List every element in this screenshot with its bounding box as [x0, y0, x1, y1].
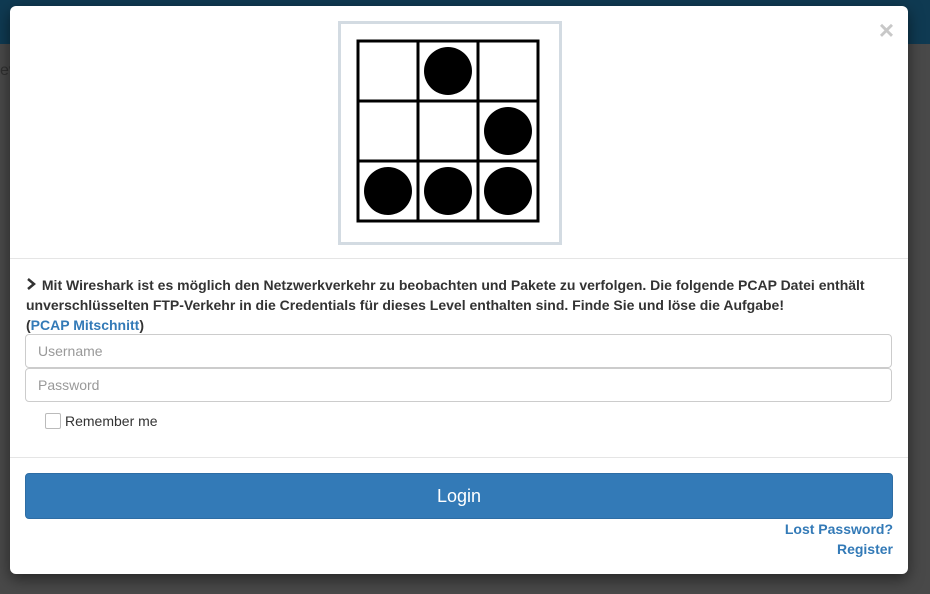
glider-cell [416, 99, 480, 163]
glider-dot [484, 107, 532, 155]
remember-checkbox[interactable] [45, 413, 61, 429]
close-button[interactable]: × [879, 17, 894, 43]
glider-cell [356, 99, 420, 163]
login-button[interactable]: Login [25, 473, 893, 519]
glider-logo [338, 21, 562, 245]
glider-icon [356, 39, 540, 223]
login-modal: × Mit Wireshark ist es möglich den Netzw… [10, 6, 908, 574]
glider-dot [424, 167, 472, 215]
glider-dot [424, 47, 472, 95]
glider-dot [484, 167, 532, 215]
link-paren-close: ) [139, 317, 144, 333]
register-link[interactable]: Register [837, 541, 893, 557]
lost-password-link[interactable]: Lost Password? [785, 521, 893, 537]
pcap-link[interactable]: PCAP Mitschnitt [31, 317, 140, 333]
glider-cell [476, 39, 540, 103]
description-text: Mit Wireshark ist es möglich den Netzwer… [26, 277, 865, 313]
header-divider [10, 258, 908, 259]
level-description: Mit Wireshark ist es möglich den Netzwer… [26, 275, 892, 335]
glider-dot [364, 167, 412, 215]
username-field[interactable] [25, 334, 892, 368]
remember-me: Remember me [45, 413, 158, 429]
chevron-right-icon [26, 275, 38, 295]
glider-cell [356, 39, 420, 103]
password-field[interactable] [25, 368, 892, 402]
footer-divider [10, 457, 908, 458]
remember-label[interactable]: Remember me [65, 413, 158, 429]
